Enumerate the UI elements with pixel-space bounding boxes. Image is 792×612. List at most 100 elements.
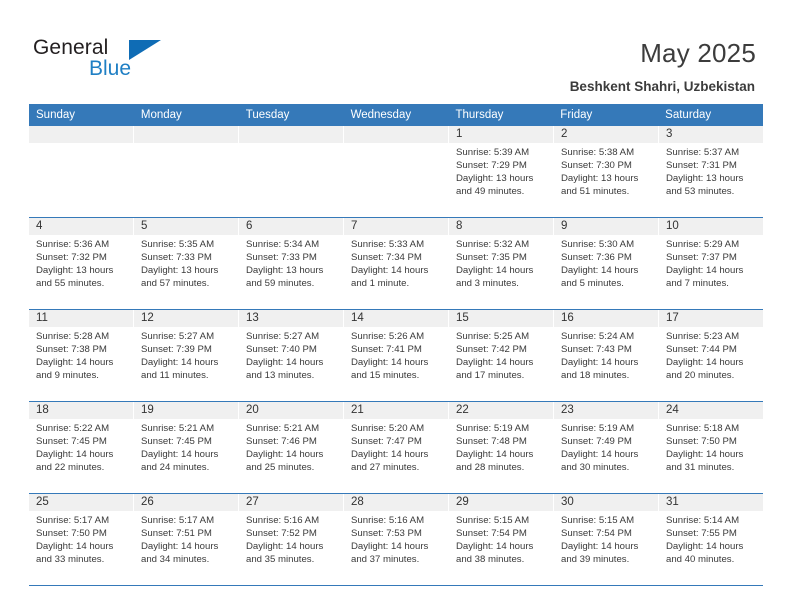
sunset-text: Sunset: 7:50 PM — [36, 528, 107, 540]
calendar-day-cell-empty — [134, 126, 239, 217]
calendar-day-cell[interactable]: 26 Sunrise: 5:17 AM Sunset: 7:51 PM Dayligh… — [134, 494, 239, 585]
daylight-text: Daylight: 14 hours and 3 minutes. — [456, 265, 534, 290]
calendar-day-cell[interactable]: 14 Sunrise: 5:26 AM Sunset: 7:41 PM Dayligh… — [344, 310, 449, 401]
dow-friday: Friday — [560, 109, 593, 121]
sunset-text: Sunset: 7:33 PM — [141, 252, 212, 264]
dow-wednesday: Wednesday — [350, 109, 412, 121]
day-number: 13 — [239, 310, 343, 327]
calendar-week-row: 4 Sunrise: 5:36 AM Sunset: 7:32 PM Daylight… — [29, 217, 763, 309]
daylight-text: Daylight: 14 hours and 13 minutes. — [246, 357, 324, 382]
sunrise-text: Sunrise: 5:27 AM — [246, 331, 320, 342]
dow-monday: Monday — [140, 109, 182, 121]
sunrise-text: Sunrise: 5:23 AM — [666, 331, 740, 342]
calendar-day-cell[interactable]: 30 Sunrise: 5:15 AM Sunset: 7:54 PM Dayligh… — [554, 494, 659, 585]
day-number: 12 — [134, 310, 238, 327]
calendar-day-cell[interactable]: 21 Sunrise: 5:20 AM Sunset: 7:47 PM Dayligh… — [344, 402, 449, 493]
calendar-day-cell[interactable]: 22 Sunrise: 5:19 AM Sunset: 7:48 PM Dayligh… — [449, 402, 554, 493]
calendar-day-cell[interactable]: 4 Sunrise: 5:36 AM Sunset: 7:32 PM Daylight… — [29, 218, 134, 309]
day-number: 20 — [239, 402, 343, 419]
day-sun-info: Sunrise: 5:15 AM Sunset: 7:54 PM Daylight:… — [449, 511, 553, 566]
calendar-day-cell[interactable]: 10 Sunrise: 5:29 AM Sunset: 7:37 PM Dayligh… — [659, 218, 763, 309]
day-number — [29, 126, 133, 143]
daylight-text: Daylight: 14 hours and 34 minutes. — [141, 541, 219, 566]
dow-sunday: Sunday — [36, 109, 76, 121]
day-number: 16 — [554, 310, 658, 327]
daylight-text: Daylight: 13 hours and 59 minutes. — [246, 265, 324, 290]
day-sun-info: Sunrise: 5:21 AM Sunset: 7:46 PM Daylight:… — [239, 419, 343, 474]
calendar-week-row: 25 Sunrise: 5:17 AM Sunset: 7:50 PM Dayligh… — [29, 493, 763, 586]
day-number — [344, 126, 448, 143]
sunrise-text: Sunrise: 5:17 AM — [36, 515, 110, 526]
sunrise-text: Sunrise: 5:30 AM — [561, 239, 635, 250]
sunset-text: Sunset: 7:40 PM — [246, 344, 317, 356]
daylight-text: Daylight: 13 hours and 53 minutes. — [666, 173, 744, 198]
day-sun-info: Sunrise: 5:20 AM Sunset: 7:47 PM Daylight:… — [344, 419, 448, 474]
sunset-text: Sunset: 7:41 PM — [351, 344, 422, 356]
calendar-day-cell[interactable]: 20 Sunrise: 5:21 AM Sunset: 7:46 PM Dayligh… — [239, 402, 344, 493]
sunrise-text: Sunrise: 5:39 AM — [456, 147, 530, 158]
calendar-day-cell[interactable]: 15 Sunrise: 5:25 AM Sunset: 7:42 PM Dayligh… — [449, 310, 554, 401]
day-sun-info: Sunrise: 5:17 AM Sunset: 7:50 PM Daylight:… — [29, 511, 133, 566]
day-number: 6 — [239, 218, 343, 235]
day-sun-info: Sunrise: 5:18 AM Sunset: 7:50 PM Daylight:… — [659, 419, 763, 474]
calendar-page: General Blue May 2025 Beshkent Shahri, U… — [0, 0, 792, 612]
calendar-day-cell[interactable]: 11 Sunrise: 5:28 AM Sunset: 7:38 PM Dayligh… — [29, 310, 134, 401]
calendar-day-cell[interactable]: 23 Sunrise: 5:19 AM Sunset: 7:49 PM Dayligh… — [554, 402, 659, 493]
calendar-day-cell[interactable]: 13 Sunrise: 5:27 AM Sunset: 7:40 PM Dayligh… — [239, 310, 344, 401]
calendar-day-cell[interactable]: 9 Sunrise: 5:30 AM Sunset: 7:36 PM Daylight… — [554, 218, 659, 309]
calendar-week-row: 1 Sunrise: 5:39 AM Sunset: 7:29 PM Daylight… — [29, 126, 763, 217]
sunrise-text: Sunrise: 5:22 AM — [36, 423, 110, 434]
calendar-day-cell[interactable]: 6 Sunrise: 5:34 AM Sunset: 7:33 PM Daylight… — [239, 218, 344, 309]
calendar-day-cell[interactable]: 8 Sunrise: 5:32 AM Sunset: 7:35 PM Daylight… — [449, 218, 554, 309]
sunrise-text: Sunrise: 5:15 AM — [561, 515, 635, 526]
calendar-day-cell[interactable]: 24 Sunrise: 5:18 AM Sunset: 7:50 PM Dayligh… — [659, 402, 763, 493]
day-sun-info: Sunrise: 5:28 AM Sunset: 7:38 PM Daylight:… — [29, 327, 133, 382]
calendar-day-cell[interactable]: 27 Sunrise: 5:16 AM Sunset: 7:52 PM Dayligh… — [239, 494, 344, 585]
sunset-text: Sunset: 7:47 PM — [351, 436, 422, 448]
day-number: 25 — [29, 494, 133, 511]
calendar-day-cell[interactable]: 3 Sunrise: 5:37 AM Sunset: 7:31 PM Daylight… — [659, 126, 763, 217]
day-sun-info: Sunrise: 5:39 AM Sunset: 7:29 PM Daylight:… — [449, 143, 553, 198]
calendar-day-cell[interactable]: 2 Sunrise: 5:38 AM Sunset: 7:30 PM Daylight… — [554, 126, 659, 217]
generalblue-logo[interactable]: General Blue — [33, 36, 233, 86]
sunrise-text: Sunrise: 5:17 AM — [141, 515, 215, 526]
day-sun-info: Sunrise: 5:16 AM Sunset: 7:52 PM Daylight:… — [239, 511, 343, 566]
calendar-day-cell[interactable]: 25 Sunrise: 5:17 AM Sunset: 7:50 PM Dayligh… — [29, 494, 134, 585]
sunset-text: Sunset: 7:39 PM — [141, 344, 212, 356]
logo-text-blue: Blue — [89, 57, 132, 80]
sunset-text: Sunset: 7:50 PM — [666, 436, 737, 448]
sunset-text: Sunset: 7:53 PM — [351, 528, 422, 540]
calendar-day-cell[interactable]: 16 Sunrise: 5:24 AM Sunset: 7:43 PM Dayligh… — [554, 310, 659, 401]
sunset-text: Sunset: 7:45 PM — [141, 436, 212, 448]
sunrise-text: Sunrise: 5:18 AM — [666, 423, 740, 434]
calendar-day-cell[interactable]: 18 Sunrise: 5:22 AM Sunset: 7:45 PM Dayligh… — [29, 402, 134, 493]
daylight-text: Daylight: 14 hours and 15 minutes. — [351, 357, 429, 382]
calendar-day-cell[interactable]: 1 Sunrise: 5:39 AM Sunset: 7:29 PM Daylight… — [449, 126, 554, 217]
calendar-day-cell[interactable]: 19 Sunrise: 5:21 AM Sunset: 7:45 PM Dayligh… — [134, 402, 239, 493]
sunrise-text: Sunrise: 5:37 AM — [666, 147, 740, 158]
day-number: 27 — [239, 494, 343, 511]
calendar-day-cell[interactable]: 29 Sunrise: 5:15 AM Sunset: 7:54 PM Dayligh… — [449, 494, 554, 585]
sunset-text: Sunset: 7:32 PM — [36, 252, 107, 264]
day-number: 17 — [659, 310, 763, 327]
sunset-text: Sunset: 7:46 PM — [246, 436, 317, 448]
calendar-day-cell[interactable]: 28 Sunrise: 5:16 AM Sunset: 7:53 PM Dayligh… — [344, 494, 449, 585]
calendar-day-cell[interactable]: 12 Sunrise: 5:27 AM Sunset: 7:39 PM Dayligh… — [134, 310, 239, 401]
day-sun-info: Sunrise: 5:23 AM Sunset: 7:44 PM Daylight:… — [659, 327, 763, 382]
calendar-day-cell-empty — [29, 126, 134, 217]
sunset-text: Sunset: 7:42 PM — [456, 344, 527, 356]
daylight-text: Daylight: 14 hours and 28 minutes. — [456, 449, 534, 474]
sunset-text: Sunset: 7:29 PM — [456, 160, 527, 172]
triangle-logo-icon — [129, 40, 161, 60]
sunrise-text: Sunrise: 5:33 AM — [351, 239, 425, 250]
day-sun-info: Sunrise: 5:24 AM Sunset: 7:43 PM Daylight:… — [554, 327, 658, 382]
day-number: 23 — [554, 402, 658, 419]
sunset-text: Sunset: 7:52 PM — [246, 528, 317, 540]
calendar-day-cell[interactable]: 31 Sunrise: 5:14 AM Sunset: 7:55 PM Dayligh… — [659, 494, 763, 585]
calendar-day-cell[interactable]: 5 Sunrise: 5:35 AM Sunset: 7:33 PM Daylight… — [134, 218, 239, 309]
sunset-text: Sunset: 7:51 PM — [141, 528, 212, 540]
sunset-text: Sunset: 7:35 PM — [456, 252, 527, 264]
calendar-day-cell[interactable]: 7 Sunrise: 5:33 AM Sunset: 7:34 PM Daylight… — [344, 218, 449, 309]
calendar-day-cell[interactable]: 17 Sunrise: 5:23 AM Sunset: 7:44 PM Dayligh… — [659, 310, 763, 401]
daylight-text: Daylight: 14 hours and 31 minutes. — [666, 449, 744, 474]
